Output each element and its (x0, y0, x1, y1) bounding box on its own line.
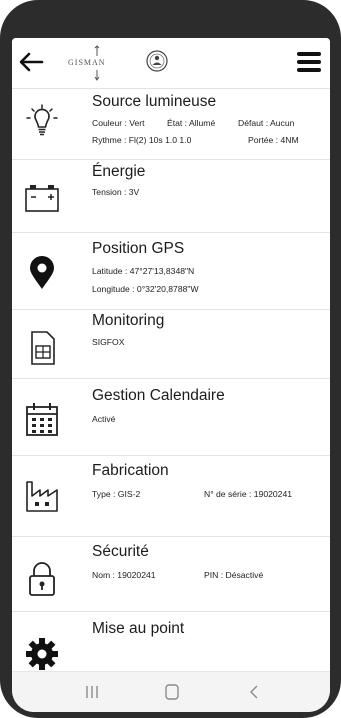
list-item-mise-au-point[interactable]: Mise au point (12, 612, 330, 680)
list-item-fabrication[interactable]: Fabrication Type : GIS-2 N° de série : 1… (12, 456, 330, 537)
padlock-icon (29, 562, 55, 596)
detail-sigfox: SIGFOX (92, 337, 125, 347)
seal-icon (146, 50, 168, 72)
gear-icon (26, 638, 58, 670)
sim-card-icon (31, 331, 55, 365)
detail-defaut: Défaut : Aucun (238, 118, 295, 128)
detail-latitude: Latitude : 47°27'13,8348"N (92, 266, 195, 276)
detail-portee: Portée : 4NM (248, 135, 299, 145)
app-header: GISMAN (12, 38, 330, 89)
back-arrow-icon[interactable] (18, 50, 44, 74)
item-title-mise-au-point: Mise au point (92, 620, 185, 637)
calendar-icon (26, 403, 58, 436)
settings-list: Source lumineuse Couleur : Vert État : A… (12, 89, 330, 680)
item-title-fabrication: Fabrication (92, 462, 169, 479)
list-item-securite[interactable]: Sécurité Nom : 19020241 PIN : Désactivé (12, 537, 330, 612)
light-bulb-icon (26, 104, 58, 136)
hamburger-menu-icon[interactable] (296, 50, 322, 74)
list-item-monitoring[interactable]: Monitoring SIGFOX (12, 310, 330, 379)
item-title-gestion-calendaire: Gestion Calendaire (92, 387, 225, 404)
item-title-monitoring: Monitoring (92, 312, 165, 329)
logo-text: GISMAN (68, 58, 106, 67)
detail-type: Type : GIS-2 (92, 489, 141, 499)
detail-longitude: Longitude : 0°32'20,8788"W (92, 284, 199, 294)
list-item-source-lumineuse[interactable]: Source lumineuse Couleur : Vert État : A… (12, 89, 330, 160)
item-title-securite: Sécurité (92, 543, 149, 560)
detail-etat: État : Allumé (167, 118, 216, 128)
factory-icon (26, 481, 58, 512)
detail-tension: Tension : 3V (92, 187, 140, 197)
recent-apps-icon[interactable] (82, 682, 102, 702)
detail-active: Activé (92, 414, 116, 424)
list-item-position-gps[interactable]: Position GPS Latitude : 47°27'13,8348"N … (12, 233, 330, 310)
system-back-icon[interactable] (244, 682, 264, 702)
item-title-source-lumineuse: Source lumineuse (92, 93, 217, 110)
list-item-energie[interactable]: Énergie Tension : 3V (12, 160, 330, 233)
battery-icon (25, 185, 59, 212)
home-icon[interactable] (162, 682, 182, 702)
screen: GISMAN Source lumineuse Couleur: Vert É… (12, 38, 330, 712)
detail-nom: Nom : 19020241 (92, 570, 156, 580)
item-title-energie: Énergie (92, 163, 146, 180)
map-pin-icon (30, 256, 54, 289)
list-item-gestion-calendaire[interactable]: Gestion Calendaire Activé (12, 379, 330, 456)
detail-rythme: Rythme : Fl(2) 10s 1.0 1.0 (92, 135, 192, 145)
gisman-logo: GISMAN (64, 44, 134, 82)
detail-pin: PIN : Désactivé (204, 570, 264, 580)
detail-numero-serie: N° de série : 19020241 (204, 489, 293, 499)
system-nav-bar (12, 671, 330, 712)
phone-frame: GISMAN Source lumineuse Couleur: Vert É… (0, 0, 341, 718)
detail-couleur: Couleur : Vert (92, 118, 145, 128)
item-title-position-gps: Position GPS (92, 240, 185, 257)
